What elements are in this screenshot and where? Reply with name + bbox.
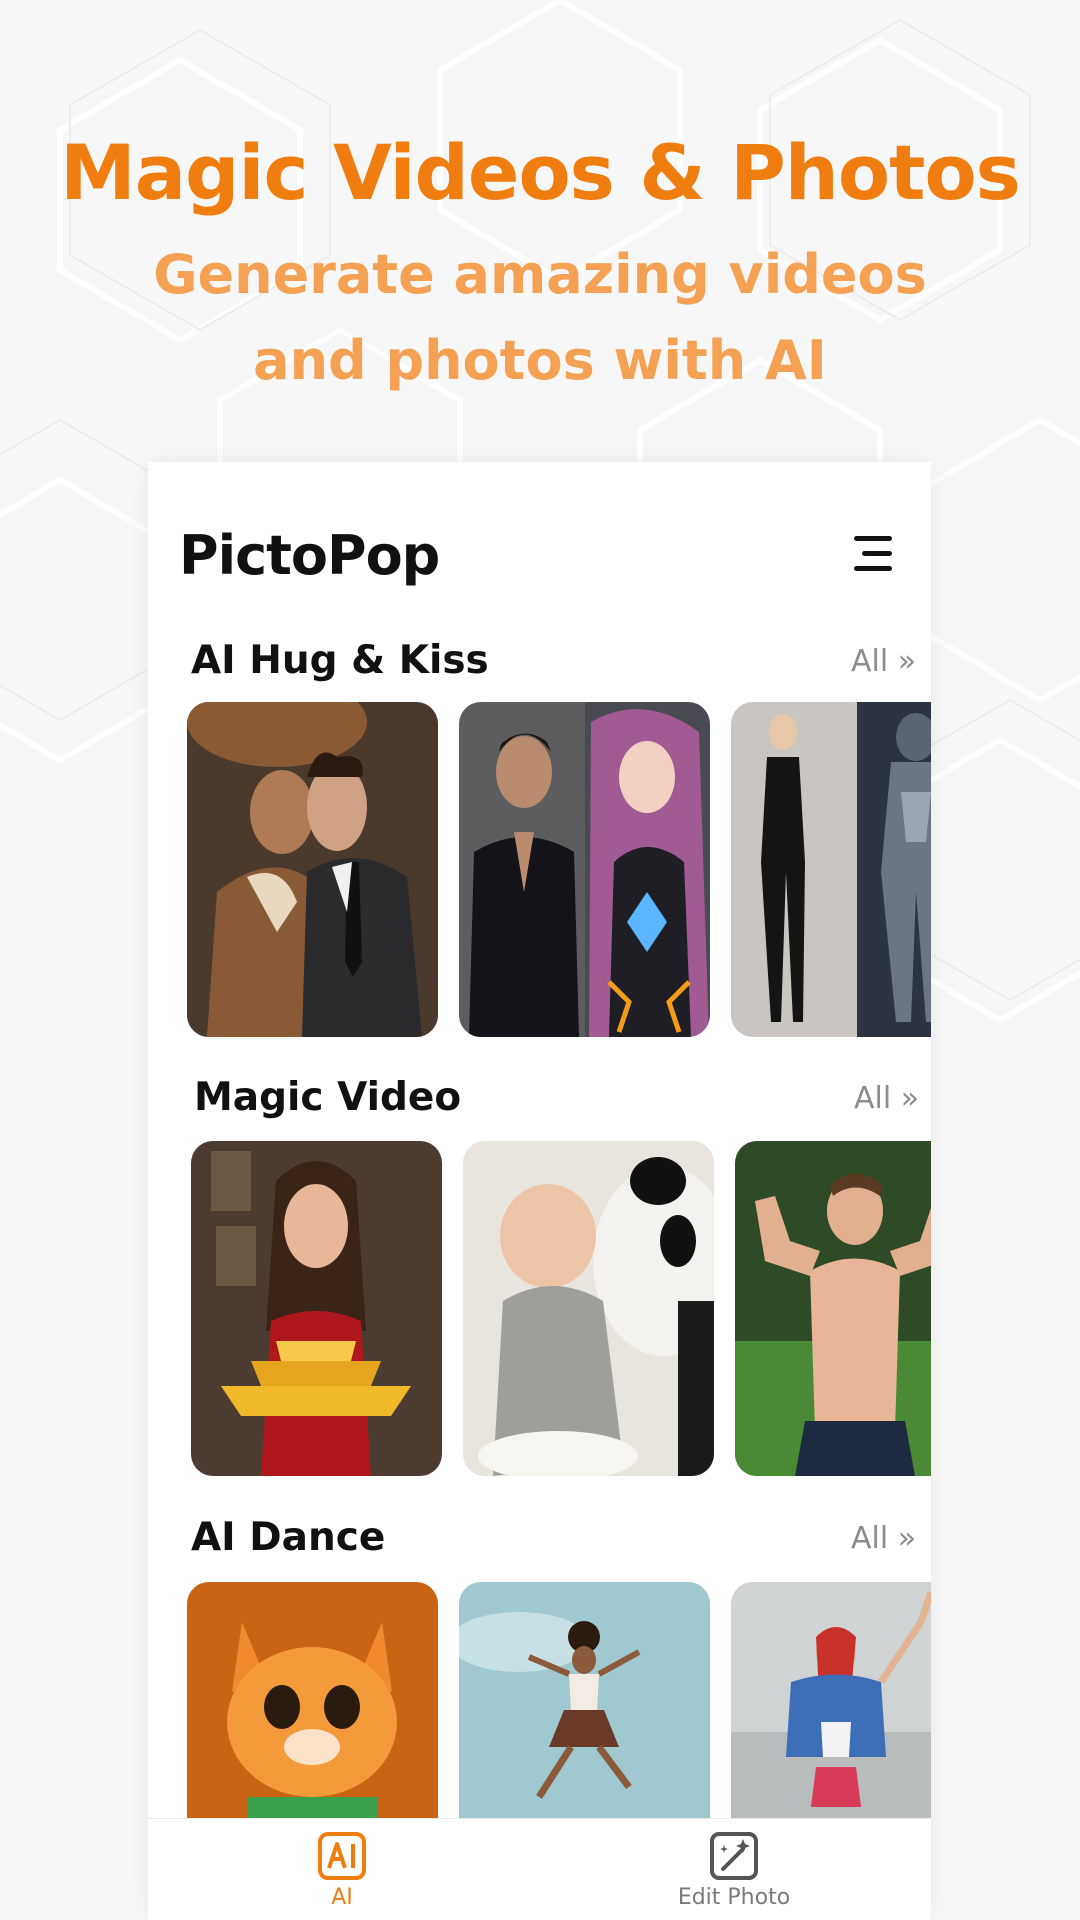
app-title: PictoPop bbox=[179, 524, 440, 587]
card-row-ai-hug-kiss bbox=[148, 702, 931, 1042]
section-title-magic-video: Magic Video bbox=[194, 1075, 462, 1120]
app-screen: PictoPop AI Hug & Kiss All » Magic Video… bbox=[148, 462, 931, 1920]
ai-icon bbox=[318, 1832, 366, 1880]
card-row-magic-video bbox=[148, 1141, 931, 1481]
card-row-ai-dance bbox=[148, 1582, 931, 1818]
card-woman-and-robot[interactable] bbox=[731, 702, 931, 1037]
bottom-nav: AI Edit Photo bbox=[148, 1818, 931, 1920]
promo-subline: Generate amazing videos and photos with … bbox=[153, 243, 927, 392]
all-link-magic-video[interactable]: All » bbox=[854, 1081, 919, 1116]
card-orange-kitten[interactable] bbox=[187, 1582, 438, 1818]
nav-label-edit-photo: Edit Photo bbox=[677, 1885, 791, 1910]
card-woman-with-gold[interactable] bbox=[191, 1141, 442, 1476]
card-jumping-girl[interactable] bbox=[459, 1582, 710, 1818]
card-man-and-heroine[interactable] bbox=[459, 702, 710, 1037]
nav-label-ai: AI bbox=[331, 1885, 353, 1910]
card-baby-and-panda[interactable] bbox=[463, 1141, 714, 1476]
all-link-ai-hug-kiss[interactable]: All » bbox=[851, 644, 916, 679]
section-title-ai-dance: AI Dance bbox=[191, 1515, 386, 1560]
card-dancing-woman[interactable] bbox=[731, 1582, 931, 1818]
promo-headline: Magic Videos & Photos bbox=[60, 128, 1021, 217]
nav-item-edit-photo[interactable]: Edit Photo bbox=[634, 1829, 834, 1919]
card-couple-kiss[interactable] bbox=[187, 702, 438, 1037]
nav-item-ai[interactable]: AI bbox=[242, 1829, 442, 1919]
card-muscle-man[interactable] bbox=[735, 1141, 931, 1476]
edit-photo-icon bbox=[710, 1832, 758, 1880]
section-title-ai-hug-kiss: AI Hug & Kiss bbox=[191, 638, 489, 683]
menu-icon[interactable] bbox=[848, 532, 892, 576]
all-link-ai-dance[interactable]: All » bbox=[851, 1521, 916, 1556]
